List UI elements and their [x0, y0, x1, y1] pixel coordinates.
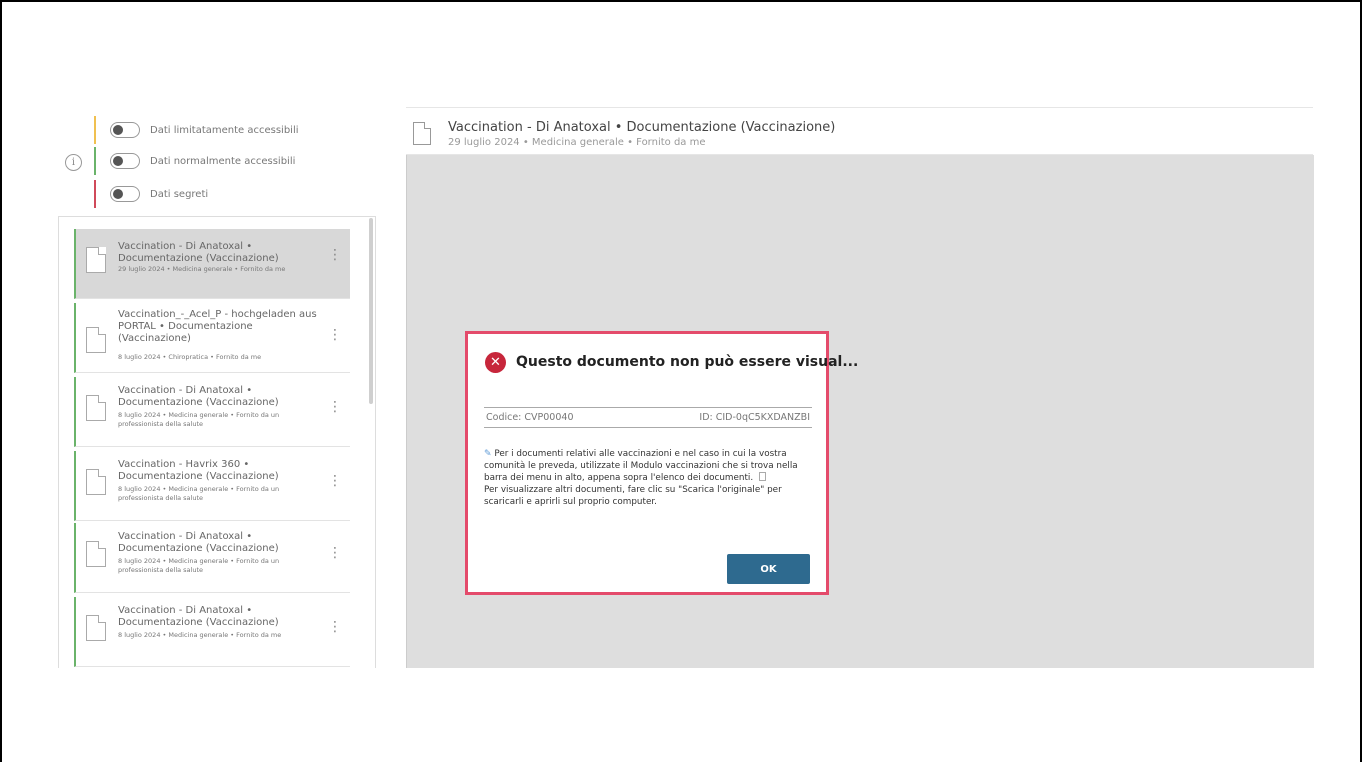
more-options-icon[interactable]: ⋮: [328, 474, 342, 488]
more-options-icon[interactable]: ⋮: [328, 400, 342, 414]
list-item[interactable]: Vaccination - Di Anatoxal • Documentazio…: [74, 377, 350, 447]
filter-color-bar: [94, 147, 96, 175]
dialog-message: ✎ Per i documenti relativi alle vaccinaz…: [484, 448, 814, 508]
filter-color-bar: [94, 116, 96, 144]
filter-label: Dati limitatamente accessibili: [150, 124, 299, 136]
document-icon: [758, 472, 766, 481]
document-title: Vaccination - Di Anatoxal • Documentazio…: [118, 241, 279, 264]
info-icon[interactable]: i: [65, 154, 82, 171]
document-icon: [86, 247, 106, 273]
list-item[interactable]: Vaccination - Di Anatoxal • Documentazio…: [74, 597, 350, 667]
document-title: Vaccination - Di Anatoxal • Documentazio…: [118, 385, 279, 408]
ok-button[interactable]: OK: [727, 554, 810, 584]
document-meta: 8 luglio 2024 • Medicina generale • Forn…: [118, 411, 280, 428]
document-icon: [86, 615, 106, 641]
document-icon: [86, 469, 106, 495]
error-icon: ✕: [485, 352, 506, 373]
filter-label: Dati normalmente accessibili: [150, 155, 296, 167]
document-meta: 8 luglio 2024 • Chiropratica • Fornito d…: [118, 353, 262, 361]
document-title: Vaccination - Di Anatoxal • Documentazio…: [118, 531, 279, 554]
error-dialog: ✕ Questo documento non può essere visual…: [465, 331, 858, 595]
document-icon: [86, 327, 106, 353]
document-icon: [413, 122, 431, 145]
viewer-title: Vaccination - Di Anatoxal • Documentazio…: [448, 120, 836, 135]
toggle-normal[interactable]: [110, 153, 140, 169]
document-icon: [86, 395, 106, 421]
document-list: Vaccination - Di Anatoxal • Documentazio…: [58, 216, 376, 668]
document-meta: 8 luglio 2024 • Medicina generale • Forn…: [118, 631, 282, 639]
more-options-icon[interactable]: ⋮: [328, 546, 342, 560]
document-meta: 29 luglio 2024 • Medicina generale • For…: [118, 265, 286, 273]
more-options-icon[interactable]: ⋮: [328, 620, 342, 634]
list-item[interactable]: Vaccination - Di Anatoxal • Documentazio…: [74, 523, 350, 593]
toggle-limited[interactable]: [110, 122, 140, 138]
dialog-title: Questo documento non può essere visual..…: [516, 354, 859, 370]
document-title: Vaccination_-_Acel_P - hochgeladen aus P…: [118, 309, 317, 344]
dialog-message-part1: Per i documenti relativi alle vaccinazio…: [484, 449, 798, 483]
list-item[interactable]: Vaccination - Havrix 360 • Documentazion…: [74, 451, 350, 521]
document-icon: [86, 541, 106, 567]
more-options-icon[interactable]: ⋮: [328, 328, 342, 342]
filter-label: Dati segreti: [150, 188, 209, 200]
more-options-icon[interactable]: ⋮: [328, 248, 342, 262]
document-title: Vaccination - Havrix 360 • Documentazion…: [118, 459, 279, 482]
error-code: Codice: CVP00040: [486, 412, 574, 423]
document-meta: 8 luglio 2024 • Medicina generale • Forn…: [118, 485, 280, 502]
document-meta: 8 luglio 2024 • Medicina generale • Forn…: [118, 557, 280, 574]
filter-limited[interactable]: Dati limitatamente accessibili: [94, 115, 299, 145]
viewer-subtitle: 29 luglio 2024 • Medicina generale • For…: [448, 137, 706, 148]
syringe-icon: ✎: [484, 449, 492, 459]
dialog-codes: Codice: CVP00040 ID: CID-0qC5KXDANZBI: [484, 407, 812, 428]
list-scrollbar[interactable]: [369, 218, 373, 404]
list-item[interactable]: Vaccination_-_Acel_P - hochgeladen aus P…: [74, 303, 350, 373]
document-title: Vaccination - Di Anatoxal • Documentazio…: [118, 605, 279, 628]
dialog-message-part2: Per visualizzare altri documenti, fare c…: [484, 485, 782, 507]
error-id: ID: CID-0qC5KXDANZBI: [699, 412, 810, 423]
filter-secret[interactable]: Dati segreti: [94, 179, 208, 209]
filter-color-bar: [94, 180, 96, 208]
filter-normal[interactable]: Dati normalmente accessibili: [94, 146, 295, 176]
toggle-secret[interactable]: [110, 186, 140, 202]
list-item[interactable]: Vaccination - Di Anatoxal • Documentazio…: [74, 229, 350, 299]
